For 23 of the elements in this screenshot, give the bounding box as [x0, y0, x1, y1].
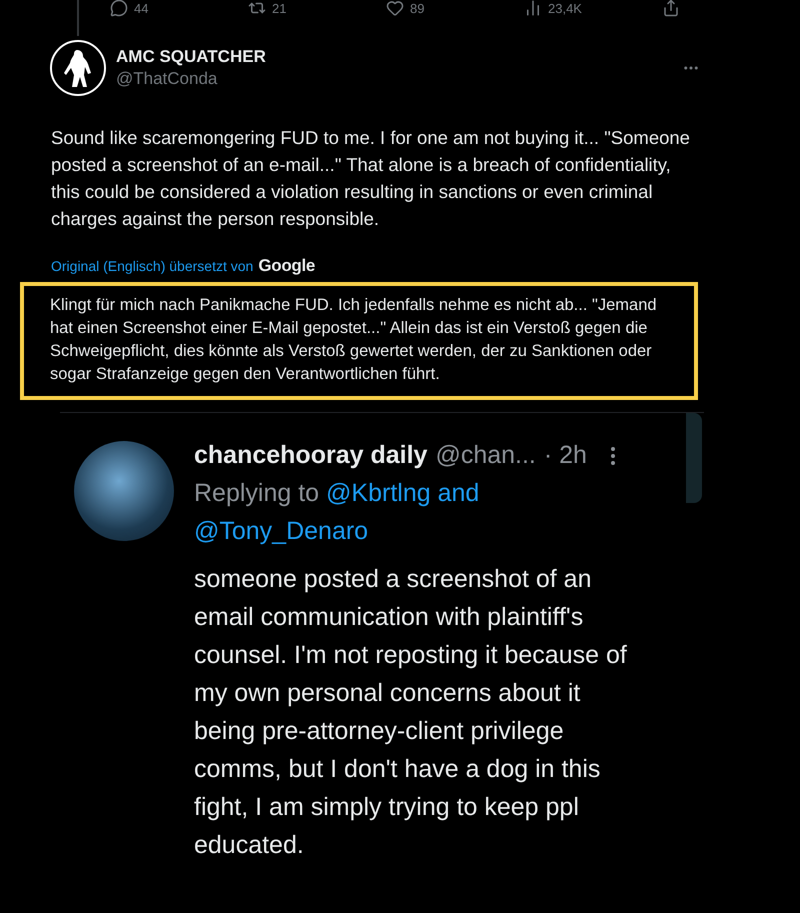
action-count: 44	[134, 0, 148, 16]
views-icon[interactable]	[524, 0, 542, 17]
author-handle: @ThatConda	[116, 69, 218, 89]
reply-time: · 2h	[544, 441, 587, 470]
reply-icon[interactable]	[110, 0, 128, 17]
share-icon[interactable]	[662, 0, 680, 17]
mention-link[interactable]: @Tony_Denaro	[194, 517, 368, 545]
action-count: 21	[272, 0, 286, 16]
mention-link[interactable]: @Kbrtlng	[326, 479, 431, 507]
reply-author-handle: @chan...	[435, 441, 536, 470]
google-logo: Google	[258, 256, 316, 276]
like-icon[interactable]	[386, 0, 404, 17]
replying-to-label: Replying to	[194, 479, 320, 507]
reply-text: someone posted a screenshot of an email communication with plaintiff's counsel. I'm not reposting it because of my own personal concerns about it being pre-attorney-client privilege comms, but I don't have a dog in this fight, I am simply trying to keep ppl educated.	[194, 564, 628, 861]
action-count: 23,4K	[548, 0, 582, 16]
action-count: 89	[410, 0, 424, 16]
translation-text: Klingt für mich nach Panikmache FUD. Ich jedenfalls nehme es nicht ab... "Jemand hat einen Screenshot einer E-Mail gepostet..." Allein das ist ein Verstoß gegen die Schweigepflicht, dies könnte als Verstoß gewertet werden, der zu Sanktionen oder sogar Strafanzeige gegen den Verantwortlichen führt.	[20, 282, 698, 400]
thread-line	[77, 0, 79, 36]
reply-author-name: chancehooray daily	[194, 441, 428, 470]
translation-label[interactable]: Original (Englisch) übersetzt von	[51, 258, 254, 274]
mention-joiner: and	[438, 479, 480, 507]
tweet-text: Sound like scaremongering FUD to me. I for one am not buying it... "Someone posted a screenshot of an e-mail..." That alone is a breach of confidentiality, this could be considered a violation resulting in sanctions or even criminal charges against the person responsible.	[51, 126, 690, 231]
author-name: AMC SQUATCHER	[116, 47, 267, 67]
